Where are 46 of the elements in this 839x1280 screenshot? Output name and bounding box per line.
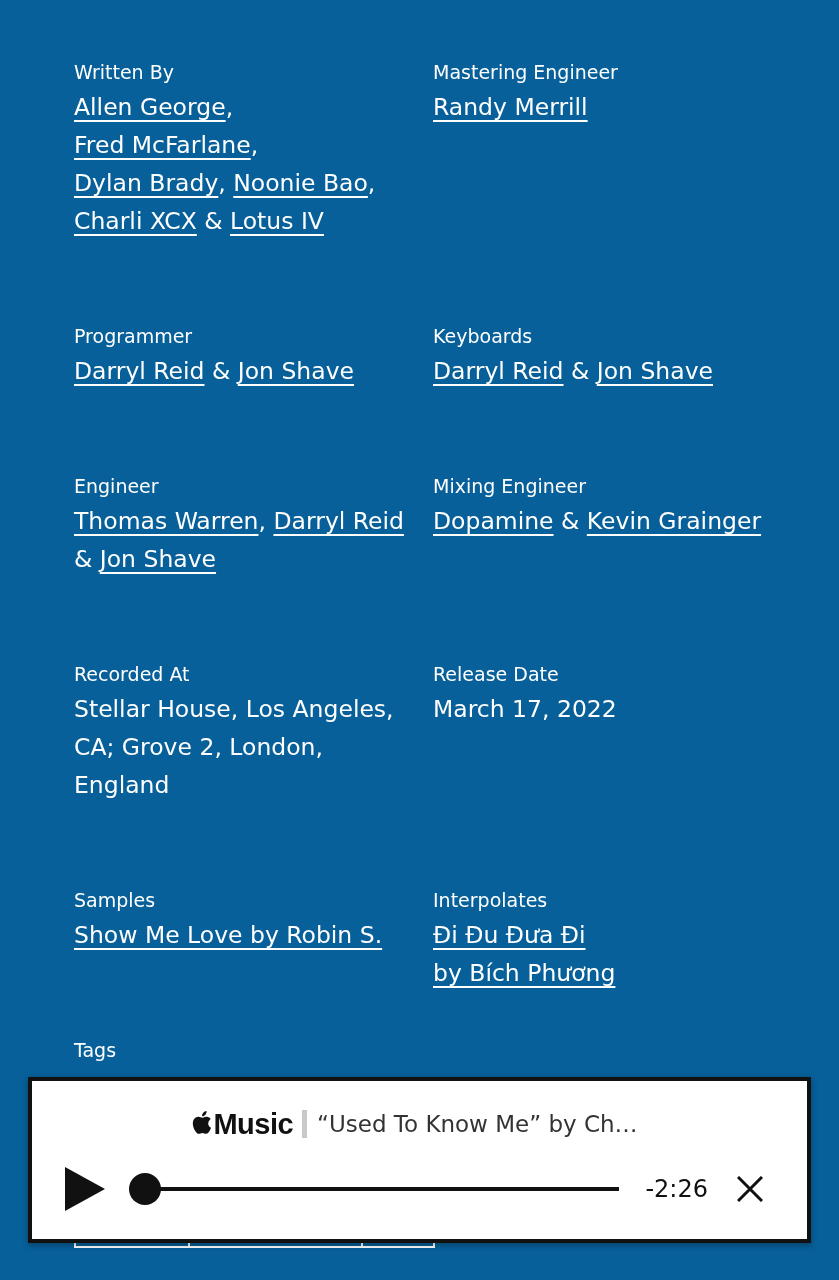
- credit-value: Darryl Reid & Jon Shave: [74, 356, 355, 387]
- credit-label: Recorded At: [74, 662, 191, 687]
- credit-value: Stellar House, Los Angeles, CA; Grove 2, London, England: [74, 694, 395, 801]
- credit-link[interactable]: Charli XCX: [74, 207, 197, 235]
- credit-link[interactable]: Jon Shave: [596, 357, 713, 385]
- credit-link[interactable]: Dylan Brady: [74, 169, 219, 197]
- play-icon: [65, 1167, 105, 1211]
- credit-label: Mixing Engineer: [433, 474, 587, 499]
- credit-link[interactable]: Đi Đu Đưa Đi by Bích Phương: [433, 916, 616, 992]
- credit-link[interactable]: Lotus IV: [230, 207, 324, 235]
- service-name: Music: [213, 1107, 294, 1141]
- credit-link[interactable]: Darryl Reid: [433, 357, 564, 385]
- credit-link[interactable]: Darryl Reid: [273, 507, 404, 535]
- credit-link[interactable]: Dopamine: [433, 507, 554, 535]
- credit-label: Samples: [74, 888, 157, 913]
- close-icon: [737, 1176, 763, 1202]
- credit-label: Keyboards: [433, 324, 534, 349]
- credit-value: Dopamine & Kevin Grainger: [433, 506, 763, 537]
- credit-value: Darryl Reid & Jon Shave: [433, 356, 714, 387]
- close-button[interactable]: [737, 1176, 763, 1202]
- credit-link[interactable]: Noonie Bao: [233, 169, 368, 197]
- credit-link[interactable]: Jon Shave: [99, 545, 217, 573]
- credit-link[interactable]: Kevin Grainger: [586, 507, 762, 535]
- title-separator: [302, 1110, 308, 1138]
- time-remaining: -2:26: [645, 1175, 708, 1203]
- credit-link[interactable]: Show Me Love by Robin S.: [74, 921, 383, 949]
- credit-link[interactable]: Randy Merrill: [433, 93, 588, 121]
- credit-value: Thomas Warren, Darryl Reid & Jon Shave: [74, 506, 405, 575]
- progress-thumb[interactable]: [129, 1173, 161, 1205]
- tags-label: Tags: [74, 1038, 117, 1063]
- credit-label: Written By: [74, 60, 175, 85]
- credit-link[interactable]: Thomas Warren: [74, 507, 259, 535]
- credit-link[interactable]: Jon Shave: [237, 357, 354, 385]
- credit-value: March 17, 2022: [433, 694, 618, 725]
- credit-link[interactable]: Darryl Reid: [74, 357, 205, 385]
- credit-value: Allen George, Fred McFarlane, Dylan Brady, Noonie Bao, Charli XCX & Lotus IV: [74, 92, 377, 237]
- play-button[interactable]: [65, 1167, 105, 1211]
- credit-label: Interpolates: [433, 888, 549, 913]
- credit-label: Release Date: [433, 662, 560, 687]
- apple-icon: [191, 1109, 213, 1135]
- track-title: “Used To Know Me” by Ch…: [317, 1111, 638, 1137]
- credit-label: Engineer: [74, 474, 160, 499]
- credit-link[interactable]: Allen George: [74, 93, 226, 121]
- credit-label: Mastering Engineer: [433, 60, 619, 85]
- credit-link[interactable]: Fred McFarlane: [74, 131, 251, 159]
- credit-label: Programmer: [74, 324, 194, 349]
